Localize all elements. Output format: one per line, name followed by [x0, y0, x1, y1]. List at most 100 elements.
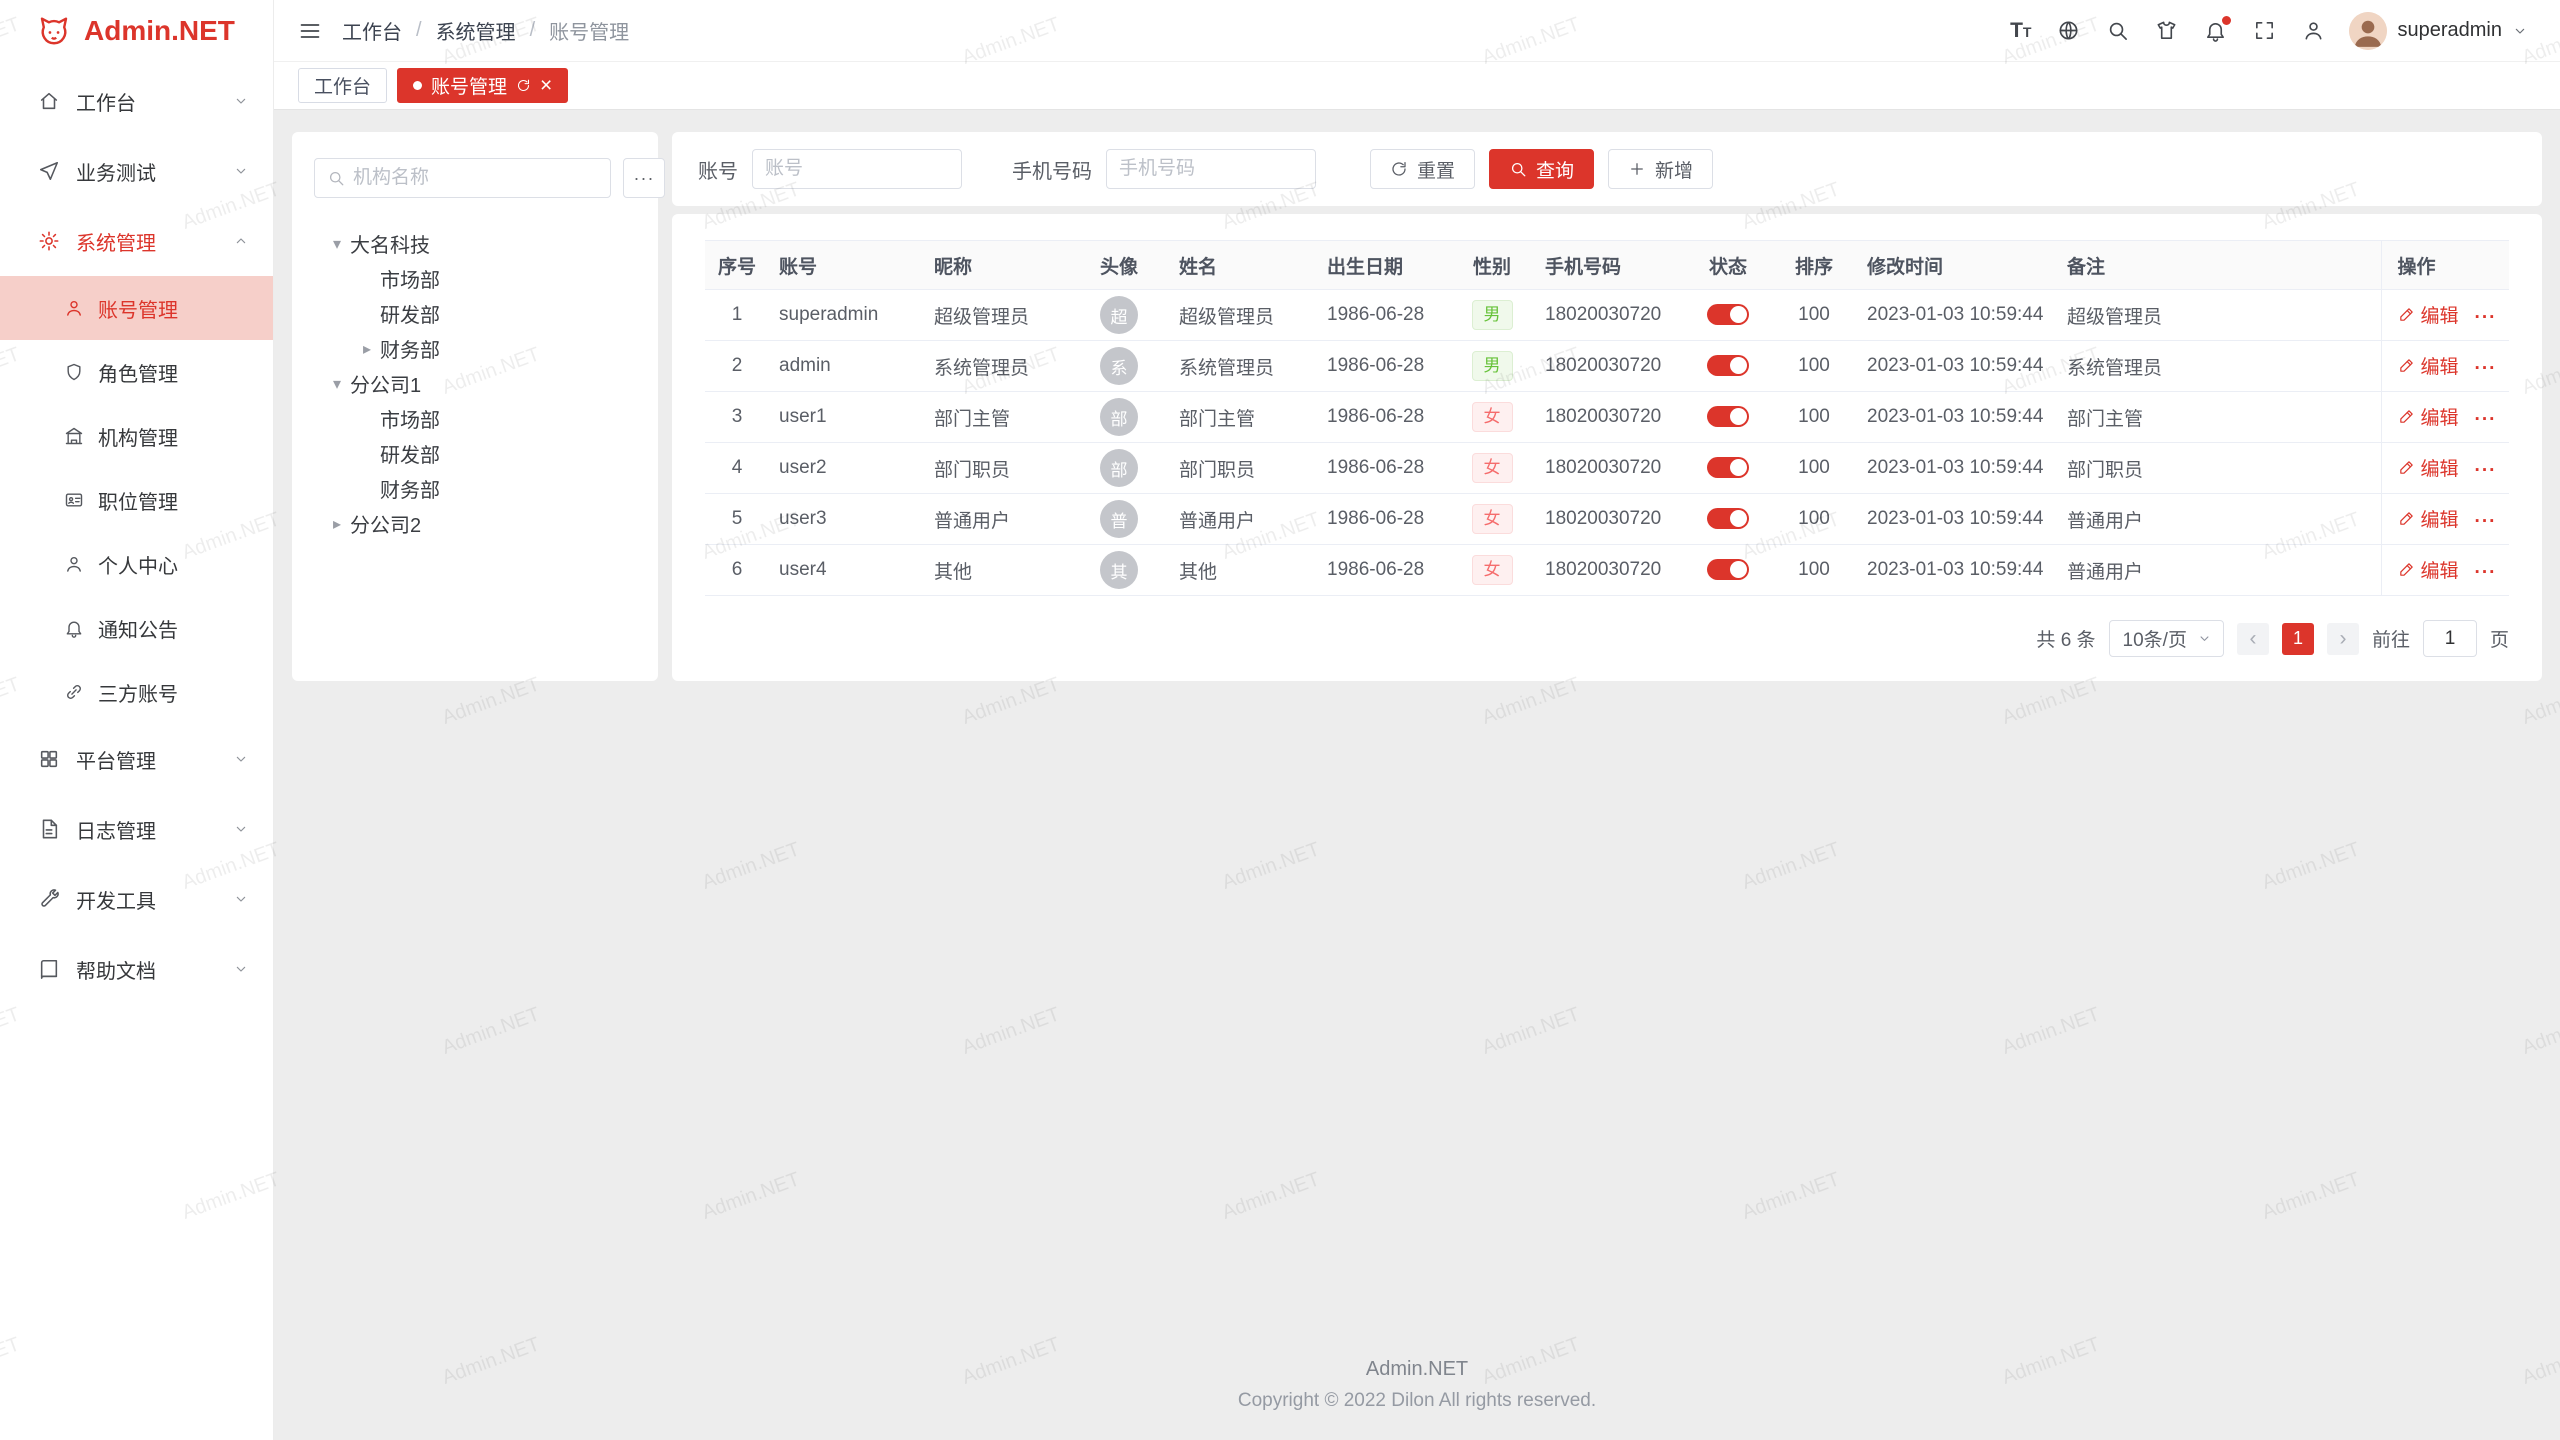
- globe-button[interactable]: [2057, 19, 2080, 42]
- goto-page-input[interactable]: [2423, 620, 2477, 657]
- tab-workbench[interactable]: 工作台: [298, 68, 387, 103]
- cell-modified: 2023-01-03 10:59:44: [1857, 392, 2057, 443]
- gender-tag: 女: [1472, 402, 1513, 433]
- sidebar-item-workbench[interactable]: 工作台: [0, 66, 273, 136]
- more-dots-icon: ···: [634, 168, 655, 189]
- sidebar-item-label: 业务测试: [76, 157, 156, 186]
- sidebar-item-profile[interactable]: 个人中心: [0, 532, 273, 596]
- add-button[interactable]: 新增: [1608, 149, 1713, 189]
- row-more-button[interactable]: ···: [2475, 307, 2497, 328]
- tab-refresh-icon[interactable]: [516, 78, 531, 93]
- font-size-button[interactable]: TT: [2010, 20, 2031, 41]
- user-center-button[interactable]: [2302, 19, 2325, 42]
- gender-tag: 女: [1472, 504, 1513, 535]
- tab-close-icon[interactable]: ×: [540, 75, 552, 96]
- prev-page-button[interactable]: ‹: [2237, 623, 2269, 655]
- row-avatar: 普: [1100, 500, 1138, 538]
- sidebar-item-third-account[interactable]: 三方账号: [0, 660, 273, 724]
- cell-gender: 女: [1449, 494, 1535, 545]
- row-more-button[interactable]: ···: [2475, 358, 2497, 379]
- cell-avatar: 超: [1069, 290, 1169, 341]
- status-toggle[interactable]: [1707, 355, 1749, 376]
- row-more-button[interactable]: ···: [2475, 511, 2497, 532]
- row-more-button[interactable]: ···: [2475, 460, 2497, 481]
- goto-label: 前往: [2372, 625, 2410, 652]
- edit-button[interactable]: 编辑: [2398, 454, 2459, 481]
- tree-node[interactable]: ▸财务部: [314, 331, 636, 366]
- phone-input[interactable]: [1119, 158, 1303, 180]
- tree-caret-down-icon[interactable]: ▾: [324, 234, 350, 254]
- sidebar-item-role[interactable]: 角色管理: [0, 340, 273, 404]
- edit-icon: [2398, 306, 2415, 323]
- tree-node-label: 研发部: [380, 299, 440, 328]
- edit-button[interactable]: 编辑: [2398, 403, 2459, 430]
- cell-gender: 女: [1449, 392, 1535, 443]
- org-more-button[interactable]: ···: [623, 158, 665, 198]
- sidebar-item-account[interactable]: 账号管理: [0, 276, 273, 340]
- tree-node[interactable]: 市场部: [314, 401, 636, 436]
- account-input[interactable]: [765, 158, 949, 180]
- content: ··· ▾大名科技市场部研发部▸财务部▾分公司1市场部研发部财务部▸分公司2 账…: [274, 110, 2560, 1440]
- tree-node[interactable]: ▾分公司1: [314, 366, 636, 401]
- sidebar-item-log[interactable]: 日志管理: [0, 794, 273, 864]
- sidebar-item-post[interactable]: 职位管理: [0, 468, 273, 532]
- tree-node[interactable]: 研发部: [314, 436, 636, 471]
- tree-node[interactable]: ▸分公司2: [314, 506, 636, 541]
- sidebar-item-help[interactable]: 帮助文档: [0, 934, 273, 1004]
- row-more-button[interactable]: ···: [2475, 409, 2497, 430]
- breadcrumb-item[interactable]: 账号管理: [549, 16, 629, 45]
- edit-icon: [2398, 459, 2415, 476]
- sidebar-item-business-test[interactable]: 业务测试: [0, 136, 273, 206]
- tree-node[interactable]: 研发部: [314, 296, 636, 331]
- status-toggle[interactable]: [1707, 508, 1749, 529]
- cell-ops: 编辑 ···: [2381, 290, 2509, 341]
- tree-node[interactable]: ▾大名科技: [314, 226, 636, 261]
- cell-ops: 编辑 ···: [2381, 392, 2509, 443]
- next-page-button[interactable]: ›: [2327, 623, 2359, 655]
- row-avatar: 超: [1100, 296, 1138, 334]
- sidebar-item-notice[interactable]: 通知公告: [0, 596, 273, 660]
- page-number-button[interactable]: 1: [2282, 623, 2314, 655]
- tree-caret-down-icon[interactable]: ▾: [324, 374, 350, 394]
- row-more-button[interactable]: ···: [2475, 562, 2497, 583]
- bell-button[interactable]: [2204, 19, 2227, 42]
- status-toggle[interactable]: [1707, 457, 1749, 478]
- breadcrumb-item[interactable]: 工作台: [342, 16, 402, 45]
- status-toggle[interactable]: [1707, 559, 1749, 580]
- user-menu[interactable]: superadmin: [2349, 12, 2528, 50]
- tree-node-label: 分公司1: [350, 369, 421, 398]
- app-logo[interactable]: Admin.NET: [0, 0, 273, 62]
- search-button[interactable]: 查询: [1489, 149, 1594, 189]
- tree-caret-right-icon[interactable]: ▸: [324, 514, 350, 534]
- cell-avatar: 普: [1069, 494, 1169, 545]
- edit-button[interactable]: 编辑: [2398, 505, 2459, 532]
- sidebar-item-org[interactable]: 机构管理: [0, 404, 273, 468]
- status-toggle[interactable]: [1707, 406, 1749, 427]
- theme-button[interactable]: [2155, 19, 2178, 42]
- menu-collapse-button[interactable]: [298, 19, 322, 43]
- post-icon: [64, 490, 84, 510]
- search-button[interactable]: [2106, 19, 2129, 42]
- sidebar-item-platform[interactable]: 平台管理: [0, 724, 273, 794]
- column-header: 头像: [1069, 241, 1169, 290]
- status-toggle[interactable]: [1707, 304, 1749, 325]
- switch-knob: [1730, 459, 1747, 476]
- fullscreen-button[interactable]: [2253, 19, 2276, 42]
- cell-nickname: 其他: [924, 545, 1069, 596]
- tree-caret-right-icon[interactable]: ▸: [354, 339, 380, 359]
- breadcrumb-item[interactable]: 系统管理: [436, 16, 516, 45]
- edit-button[interactable]: 编辑: [2398, 556, 2459, 583]
- search-icon: [1509, 160, 1527, 178]
- org-search-input[interactable]: [353, 167, 598, 189]
- cell-nickname: 部门主管: [924, 392, 1069, 443]
- page-size-select[interactable]: 10条/页: [2109, 620, 2224, 657]
- chevron-down-icon: [233, 93, 249, 109]
- tab-account[interactable]: 账号管理×: [397, 68, 568, 103]
- edit-button[interactable]: 编辑: [2398, 352, 2459, 379]
- sidebar-item-system[interactable]: 系统管理: [0, 206, 273, 276]
- reset-button[interactable]: 重置: [1370, 149, 1475, 189]
- tree-node[interactable]: 财务部: [314, 471, 636, 506]
- edit-button[interactable]: 编辑: [2398, 301, 2459, 328]
- tree-node[interactable]: 市场部: [314, 261, 636, 296]
- sidebar-item-devtools[interactable]: 开发工具: [0, 864, 273, 934]
